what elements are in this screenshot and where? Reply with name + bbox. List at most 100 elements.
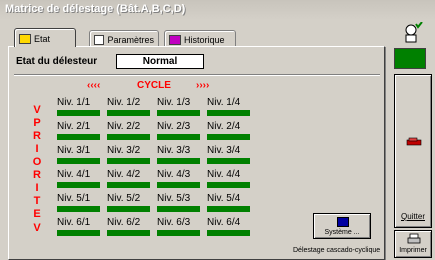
level-status-bar bbox=[207, 134, 250, 140]
priority-letter: I bbox=[35, 182, 39, 194]
level-label: Niv. 2/4 bbox=[207, 121, 241, 132]
priority-letter: O bbox=[32, 156, 42, 168]
person-ok-icon bbox=[396, 21, 426, 44]
level-label: Niv. 5/4 bbox=[207, 193, 241, 204]
level-status-bar bbox=[107, 230, 150, 236]
level-status-bar bbox=[57, 182, 100, 188]
quit-label: Quitter bbox=[400, 212, 425, 221]
level-cell[interactable]: Niv. 4/3 bbox=[157, 169, 200, 188]
quit-button[interactable]: Quitter bbox=[394, 74, 432, 228]
system-button[interactable]: Système ... bbox=[313, 213, 371, 239]
priority-letter: R bbox=[33, 130, 41, 142]
level-cell[interactable]: Niv. 1/3 bbox=[157, 97, 200, 116]
level-status-bar bbox=[207, 230, 250, 236]
level-cell[interactable]: Niv. 2/3 bbox=[157, 121, 200, 140]
cycle-label: CYCLE bbox=[137, 80, 171, 91]
level-label: Niv. 2/1 bbox=[57, 121, 91, 132]
level-label: Niv. 5/2 bbox=[107, 193, 141, 204]
level-label: Niv. 3/4 bbox=[207, 145, 241, 156]
level-label: Niv. 1/4 bbox=[207, 97, 241, 108]
level-cell[interactable]: Niv. 2/4 bbox=[207, 121, 250, 140]
level-status-bar bbox=[57, 134, 100, 140]
priority-bottom-arrow: V bbox=[33, 222, 41, 234]
computer-icon bbox=[337, 217, 349, 227]
level-label: Niv. 1/3 bbox=[157, 97, 191, 108]
cycle-left-arrows: ‹‹‹‹ bbox=[87, 80, 101, 91]
level-status-bar bbox=[207, 110, 250, 116]
window-title-bar: Matrice de délestage (Bât.A,B,C,D) bbox=[0, 0, 435, 20]
level-status-bar bbox=[207, 158, 250, 164]
tab-parametres-label: Paramètres bbox=[107, 34, 154, 45]
separator bbox=[14, 74, 380, 76]
level-cell[interactable]: Niv. 1/4 bbox=[207, 97, 250, 116]
level-status-bar bbox=[157, 230, 200, 236]
level-cell[interactable]: Niv. 5/1 bbox=[57, 193, 100, 212]
level-label: Niv. 4/2 bbox=[107, 169, 141, 180]
level-status-bar bbox=[157, 182, 200, 188]
priority-top-arrow: V bbox=[33, 104, 41, 116]
level-label: Niv. 6/2 bbox=[107, 217, 141, 228]
level-label: Niv. 4/4 bbox=[207, 169, 241, 180]
level-cell[interactable]: Niv. 2/2 bbox=[107, 121, 150, 140]
level-cell[interactable]: Niv. 6/1 bbox=[57, 217, 100, 236]
level-cell[interactable]: Niv. 4/1 bbox=[57, 169, 100, 188]
level-cell[interactable]: Niv. 2/1 bbox=[57, 121, 100, 140]
level-cell[interactable]: Niv. 1/2 bbox=[107, 97, 150, 116]
level-status-bar bbox=[157, 158, 200, 164]
level-cell[interactable]: Niv. 6/4 bbox=[207, 217, 250, 236]
etat-value: Normal bbox=[116, 54, 204, 69]
level-cell[interactable]: Niv. 6/3 bbox=[157, 217, 200, 236]
level-status-bar bbox=[157, 110, 200, 116]
etat-label: Etat du délesteur bbox=[16, 56, 98, 67]
level-label: Niv. 3/3 bbox=[157, 145, 191, 156]
level-status-bar bbox=[207, 182, 250, 188]
status-text: Délestage cascado-cyclique bbox=[293, 247, 381, 254]
level-cell[interactable]: Niv. 5/2 bbox=[107, 193, 150, 212]
level-status-bar bbox=[57, 206, 100, 212]
parameters-tab-icon bbox=[94, 34, 105, 45]
tab-historique-label: Historique bbox=[184, 34, 225, 45]
tab-etat-label: Etat bbox=[34, 34, 51, 44]
level-cell[interactable]: Niv. 5/3 bbox=[157, 193, 200, 212]
level-cell[interactable]: Niv. 3/3 bbox=[157, 145, 200, 164]
level-status-bar bbox=[207, 206, 250, 212]
tab-parametres[interactable]: Paramètres bbox=[89, 30, 159, 46]
level-label: Niv. 6/4 bbox=[207, 217, 241, 228]
tab-historique[interactable]: Historique bbox=[164, 30, 236, 46]
level-cell[interactable]: Niv. 5/4 bbox=[207, 193, 250, 212]
level-cell[interactable]: Niv. 3/4 bbox=[207, 145, 250, 164]
cycle-right-arrows: ›››› bbox=[196, 80, 210, 91]
level-status-bar bbox=[157, 206, 200, 212]
level-status-bar bbox=[107, 158, 150, 164]
system-button-label: Système ... bbox=[324, 229, 360, 236]
window-title: Matrice de délestage (Bât.A,B,C,D) bbox=[5, 3, 186, 15]
priority-letter: T bbox=[33, 195, 41, 207]
level-label: Niv. 5/3 bbox=[157, 193, 191, 204]
main-window: Matrice de délestage (Bât.A,B,C,D) Etat … bbox=[0, 0, 435, 260]
printer-icon bbox=[407, 233, 421, 244]
level-cell[interactable]: Niv. 4/2 bbox=[107, 169, 150, 188]
level-status-bar bbox=[107, 182, 150, 188]
priority-letter: E bbox=[33, 208, 41, 220]
level-status-bar bbox=[57, 230, 100, 236]
history-tab-icon bbox=[169, 34, 181, 45]
print-button[interactable]: Imprimer bbox=[394, 230, 432, 258]
level-cell[interactable]: Niv. 4/4 bbox=[207, 169, 250, 188]
level-label: Niv. 2/2 bbox=[107, 121, 141, 132]
level-cell[interactable]: Niv. 6/2 bbox=[107, 217, 150, 236]
level-cell[interactable]: Niv. 3/1 bbox=[57, 145, 100, 164]
level-label: Niv. 1/2 bbox=[107, 97, 141, 108]
level-label: Niv. 6/3 bbox=[157, 217, 191, 228]
level-label: Niv. 6/1 bbox=[57, 217, 91, 228]
level-cell[interactable]: Niv. 3/2 bbox=[107, 145, 150, 164]
level-status-bar bbox=[107, 110, 150, 116]
priority-letter: R bbox=[33, 169, 41, 181]
status-indicator bbox=[394, 48, 426, 69]
tab-etat[interactable]: Etat bbox=[14, 28, 76, 47]
level-status-bar bbox=[57, 158, 100, 164]
level-label: Niv. 4/1 bbox=[57, 169, 91, 180]
level-status-bar bbox=[107, 134, 150, 140]
level-label: Niv. 3/2 bbox=[107, 145, 141, 156]
level-cell[interactable]: Niv. 1/1 bbox=[57, 97, 100, 116]
level-label: Niv. 3/1 bbox=[57, 145, 91, 156]
